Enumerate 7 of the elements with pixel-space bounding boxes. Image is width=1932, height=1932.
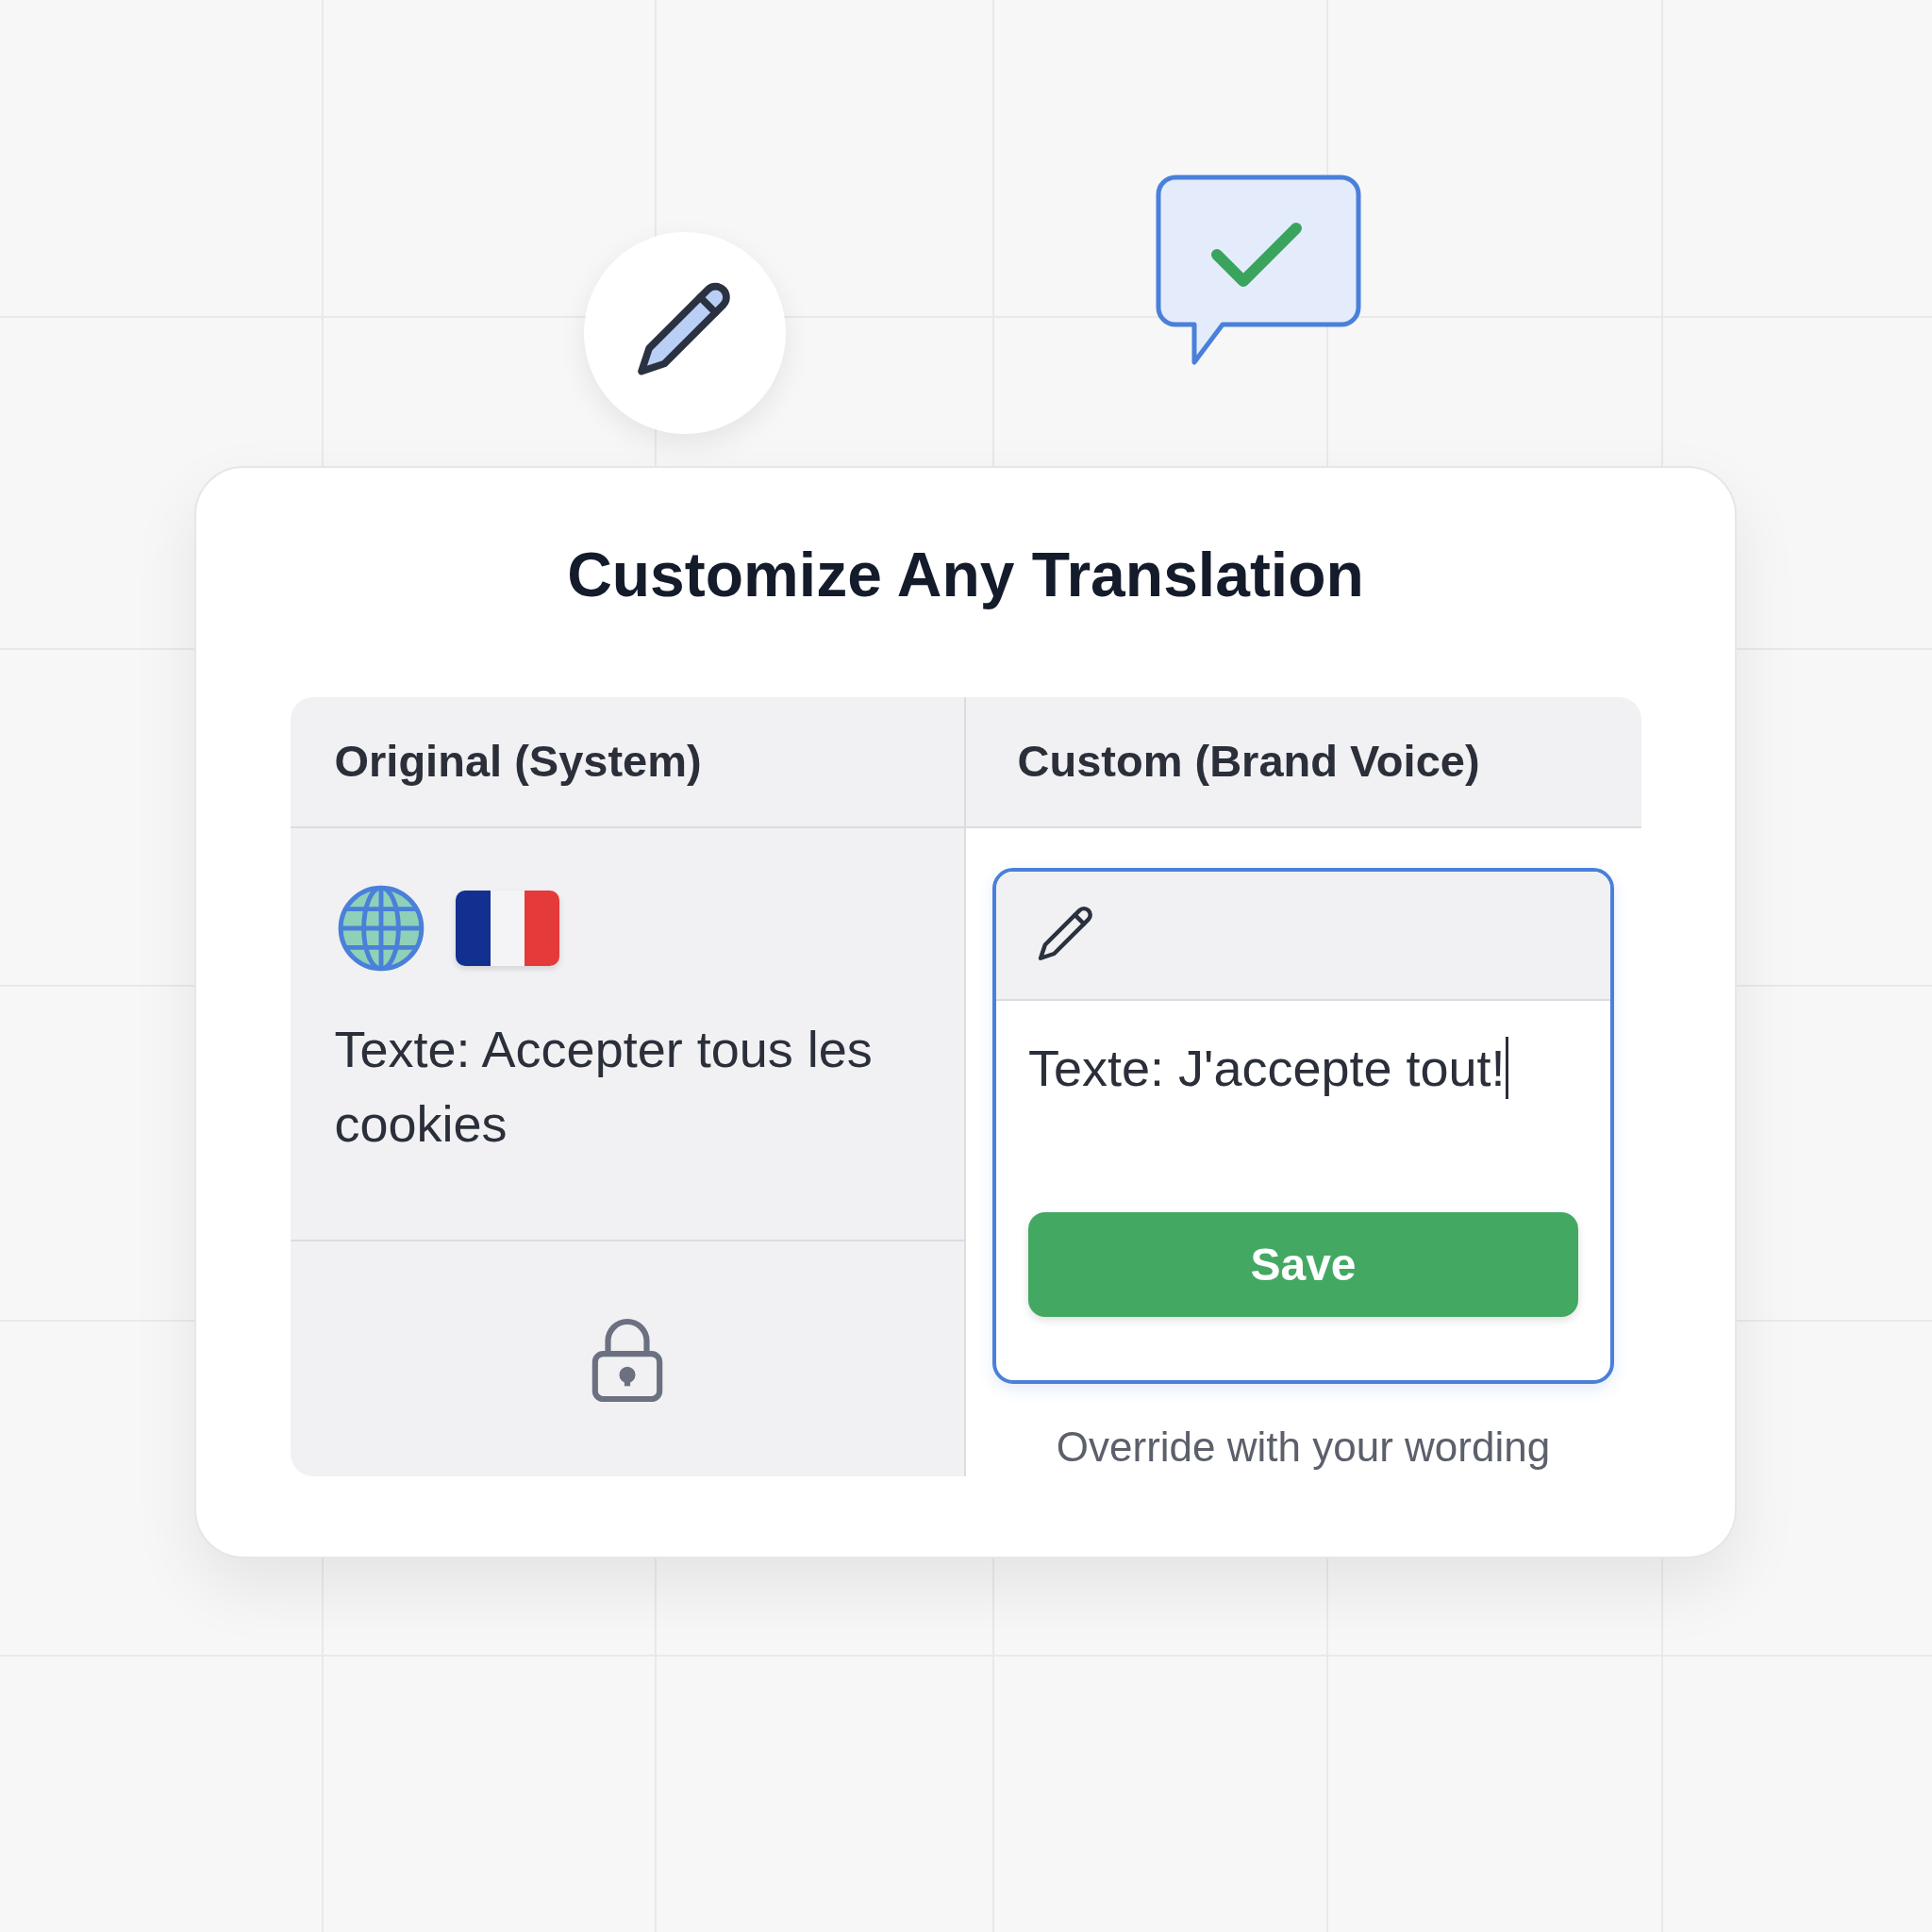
column-heading: Original (System) (334, 735, 702, 789)
french-flag-icon (455, 891, 559, 966)
helper-text: Override with your wording (1056, 1423, 1551, 1472)
text-field[interactable]: Texte: J'accepte tout! (1028, 1029, 1578, 1107)
chat-check-icon (1155, 174, 1362, 368)
original-text: Texte: Accepter tous les cookies (334, 1020, 874, 1154)
column-heading: Custom (Brand Voice) (1017, 735, 1480, 789)
